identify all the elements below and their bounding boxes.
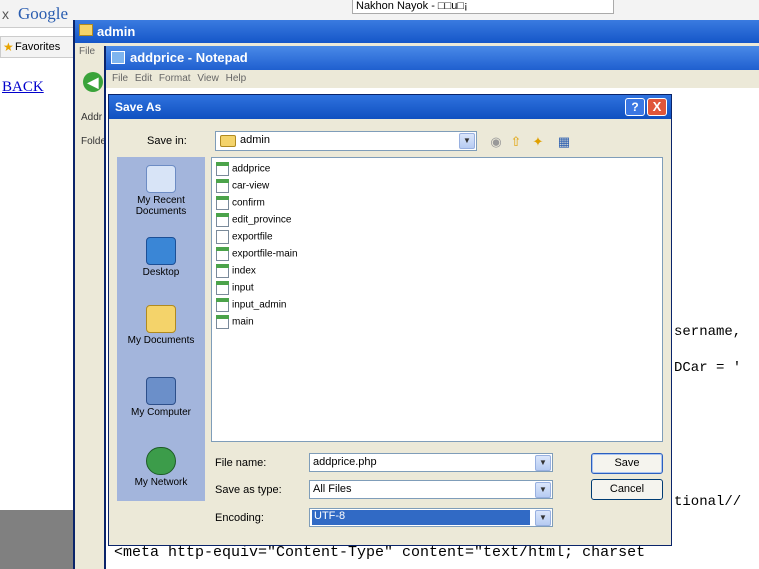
back-link[interactable]: BACK <box>2 79 44 96</box>
browser-tab[interactable]: Nakhon Nayok - □□u□¡ <box>352 0 614 14</box>
favorites-label: Favorites <box>15 41 61 53</box>
place-desktop[interactable]: Desktop <box>117 237 205 278</box>
close-button[interactable]: X <box>647 98 667 116</box>
list-item[interactable]: car-view <box>216 179 269 195</box>
list-item[interactable]: input <box>216 281 254 297</box>
list-item[interactable]: index <box>216 264 256 280</box>
php-file-icon <box>216 298 229 312</box>
place-my-documents[interactable]: My Documents <box>117 305 205 346</box>
list-item[interactable]: exportfile <box>216 230 273 246</box>
places-bar: My Recent Documents Desktop My Documents… <box>117 157 205 501</box>
notepad-icon <box>111 51 125 64</box>
file-name: input <box>232 282 254 294</box>
recent-documents-icon <box>146 165 176 193</box>
text-file-icon <box>216 230 229 244</box>
save-as-type-value: All Files <box>313 483 352 495</box>
help-button[interactable]: ? <box>625 98 645 116</box>
code-line: tional// <box>674 494 742 510</box>
code-line: sername, <box>674 324 742 340</box>
place-my-computer[interactable]: My Computer <box>117 377 205 418</box>
code-line-meta: <meta http-equiv="Content-Type" content=… <box>114 544 646 561</box>
chevron-down-icon[interactable]: ▼ <box>535 510 551 526</box>
place-label: My Documents <box>127 335 195 346</box>
file-name-value: addprice.php <box>313 456 377 468</box>
php-file-icon <box>216 247 229 261</box>
google-logo[interactable]: Google <box>18 4 68 24</box>
save-in-value: admin <box>240 134 270 146</box>
folder-icon <box>220 135 236 147</box>
file-name: car-view <box>232 180 270 192</box>
encoding-label: Encoding: <box>215 512 264 524</box>
place-my-recent-documents[interactable]: My Recent Documents <box>117 165 205 217</box>
notepad-title-bar[interactable]: addprice - Notepad <box>106 46 759 70</box>
save-as-dialog: Save As ? X Save in: admin ▼ ◉ ⇧ ✦ ▦ My … <box>108 94 672 546</box>
folders-label: Folde <box>81 136 107 147</box>
close-toolbar-icon[interactable]: x <box>2 6 9 22</box>
back-icon[interactable]: ◉ <box>487 133 505 151</box>
dialog-title-bar[interactable]: Save As ? X <box>109 95 671 119</box>
save-as-type-label: Save as type: <box>215 484 282 496</box>
my-computer-icon <box>146 377 176 405</box>
file-list[interactable]: addprice car-view confirm edit_province … <box>211 157 663 442</box>
save-as-type-dropdown[interactable]: All Files ▼ <box>309 480 553 499</box>
file-name-input[interactable]: addprice.php ▼ <box>309 453 553 472</box>
php-file-icon <box>216 315 229 329</box>
explorer-menu-file[interactable]: File <box>79 46 95 57</box>
list-item[interactable]: exportfile-main <box>216 247 298 263</box>
notepad-title: addprice - Notepad <box>130 50 248 65</box>
encoding-dropdown[interactable]: UTF-8 ▼ <box>309 508 553 527</box>
file-name: exportfile <box>232 231 273 243</box>
place-label: My Computer <box>130 407 191 418</box>
favorites-button[interactable]: ★ Favorites <box>0 36 75 58</box>
page-grey-block <box>0 510 75 569</box>
dialog-title: Save As <box>115 100 162 114</box>
file-name: index <box>232 265 256 277</box>
chevron-down-icon[interactable]: ▼ <box>459 133 475 149</box>
encoding-value: UTF-8 <box>312 510 530 525</box>
back-arrow-icon[interactable]: ◀ <box>83 72 103 92</box>
place-label: My Network <box>134 477 188 488</box>
up-folder-icon[interactable]: ⇧ <box>507 133 525 151</box>
file-name-label: File name: <box>215 457 267 469</box>
chevron-down-icon[interactable]: ▼ <box>535 455 551 471</box>
list-item[interactable]: addprice <box>216 162 270 178</box>
php-file-icon <box>216 213 229 227</box>
place-label: Desktop <box>142 267 180 278</box>
star-icon: ★ <box>3 40 14 54</box>
folder-icon <box>79 24 93 36</box>
my-network-icon <box>146 447 176 475</box>
file-name: confirm <box>232 197 265 209</box>
my-documents-icon <box>146 305 176 333</box>
php-file-icon <box>216 179 229 193</box>
file-name: input_admin <box>232 299 287 311</box>
view-menu-icon[interactable]: ▦ <box>555 133 573 151</box>
save-in-dropdown[interactable]: admin ▼ <box>215 131 477 151</box>
save-in-label: Save in: <box>147 135 187 147</box>
new-folder-icon[interactable]: ✦ <box>529 133 547 151</box>
save-button[interactable]: Save <box>591 453 663 474</box>
php-file-icon <box>216 281 229 295</box>
file-name: main <box>232 316 254 328</box>
explorer-title: admin <box>97 24 136 39</box>
address-label: Addr <box>81 112 103 123</box>
php-file-icon <box>216 196 229 210</box>
desktop-icon <box>146 237 176 265</box>
place-label: My Recent Documents <box>135 195 187 217</box>
file-name: exportfile-main <box>232 248 298 260</box>
explorer-title-bar[interactable]: admin <box>75 20 759 43</box>
php-file-icon <box>216 264 229 278</box>
list-item[interactable]: main <box>216 315 254 331</box>
chevron-down-icon[interactable]: ▼ <box>535 482 551 498</box>
file-name: addprice <box>232 163 271 175</box>
list-item[interactable]: edit_province <box>216 213 291 229</box>
place-my-network[interactable]: My Network <box>117 447 205 488</box>
list-item[interactable]: input_admin <box>216 298 286 314</box>
code-line: DCar = ' <box>674 360 742 376</box>
php-file-icon <box>216 162 229 176</box>
list-item[interactable]: confirm <box>216 196 265 212</box>
notepad-menu-bar[interactable]: File Edit Format View Help <box>106 70 759 88</box>
file-name: edit_province <box>232 214 292 226</box>
cancel-button[interactable]: Cancel <box>591 479 663 500</box>
